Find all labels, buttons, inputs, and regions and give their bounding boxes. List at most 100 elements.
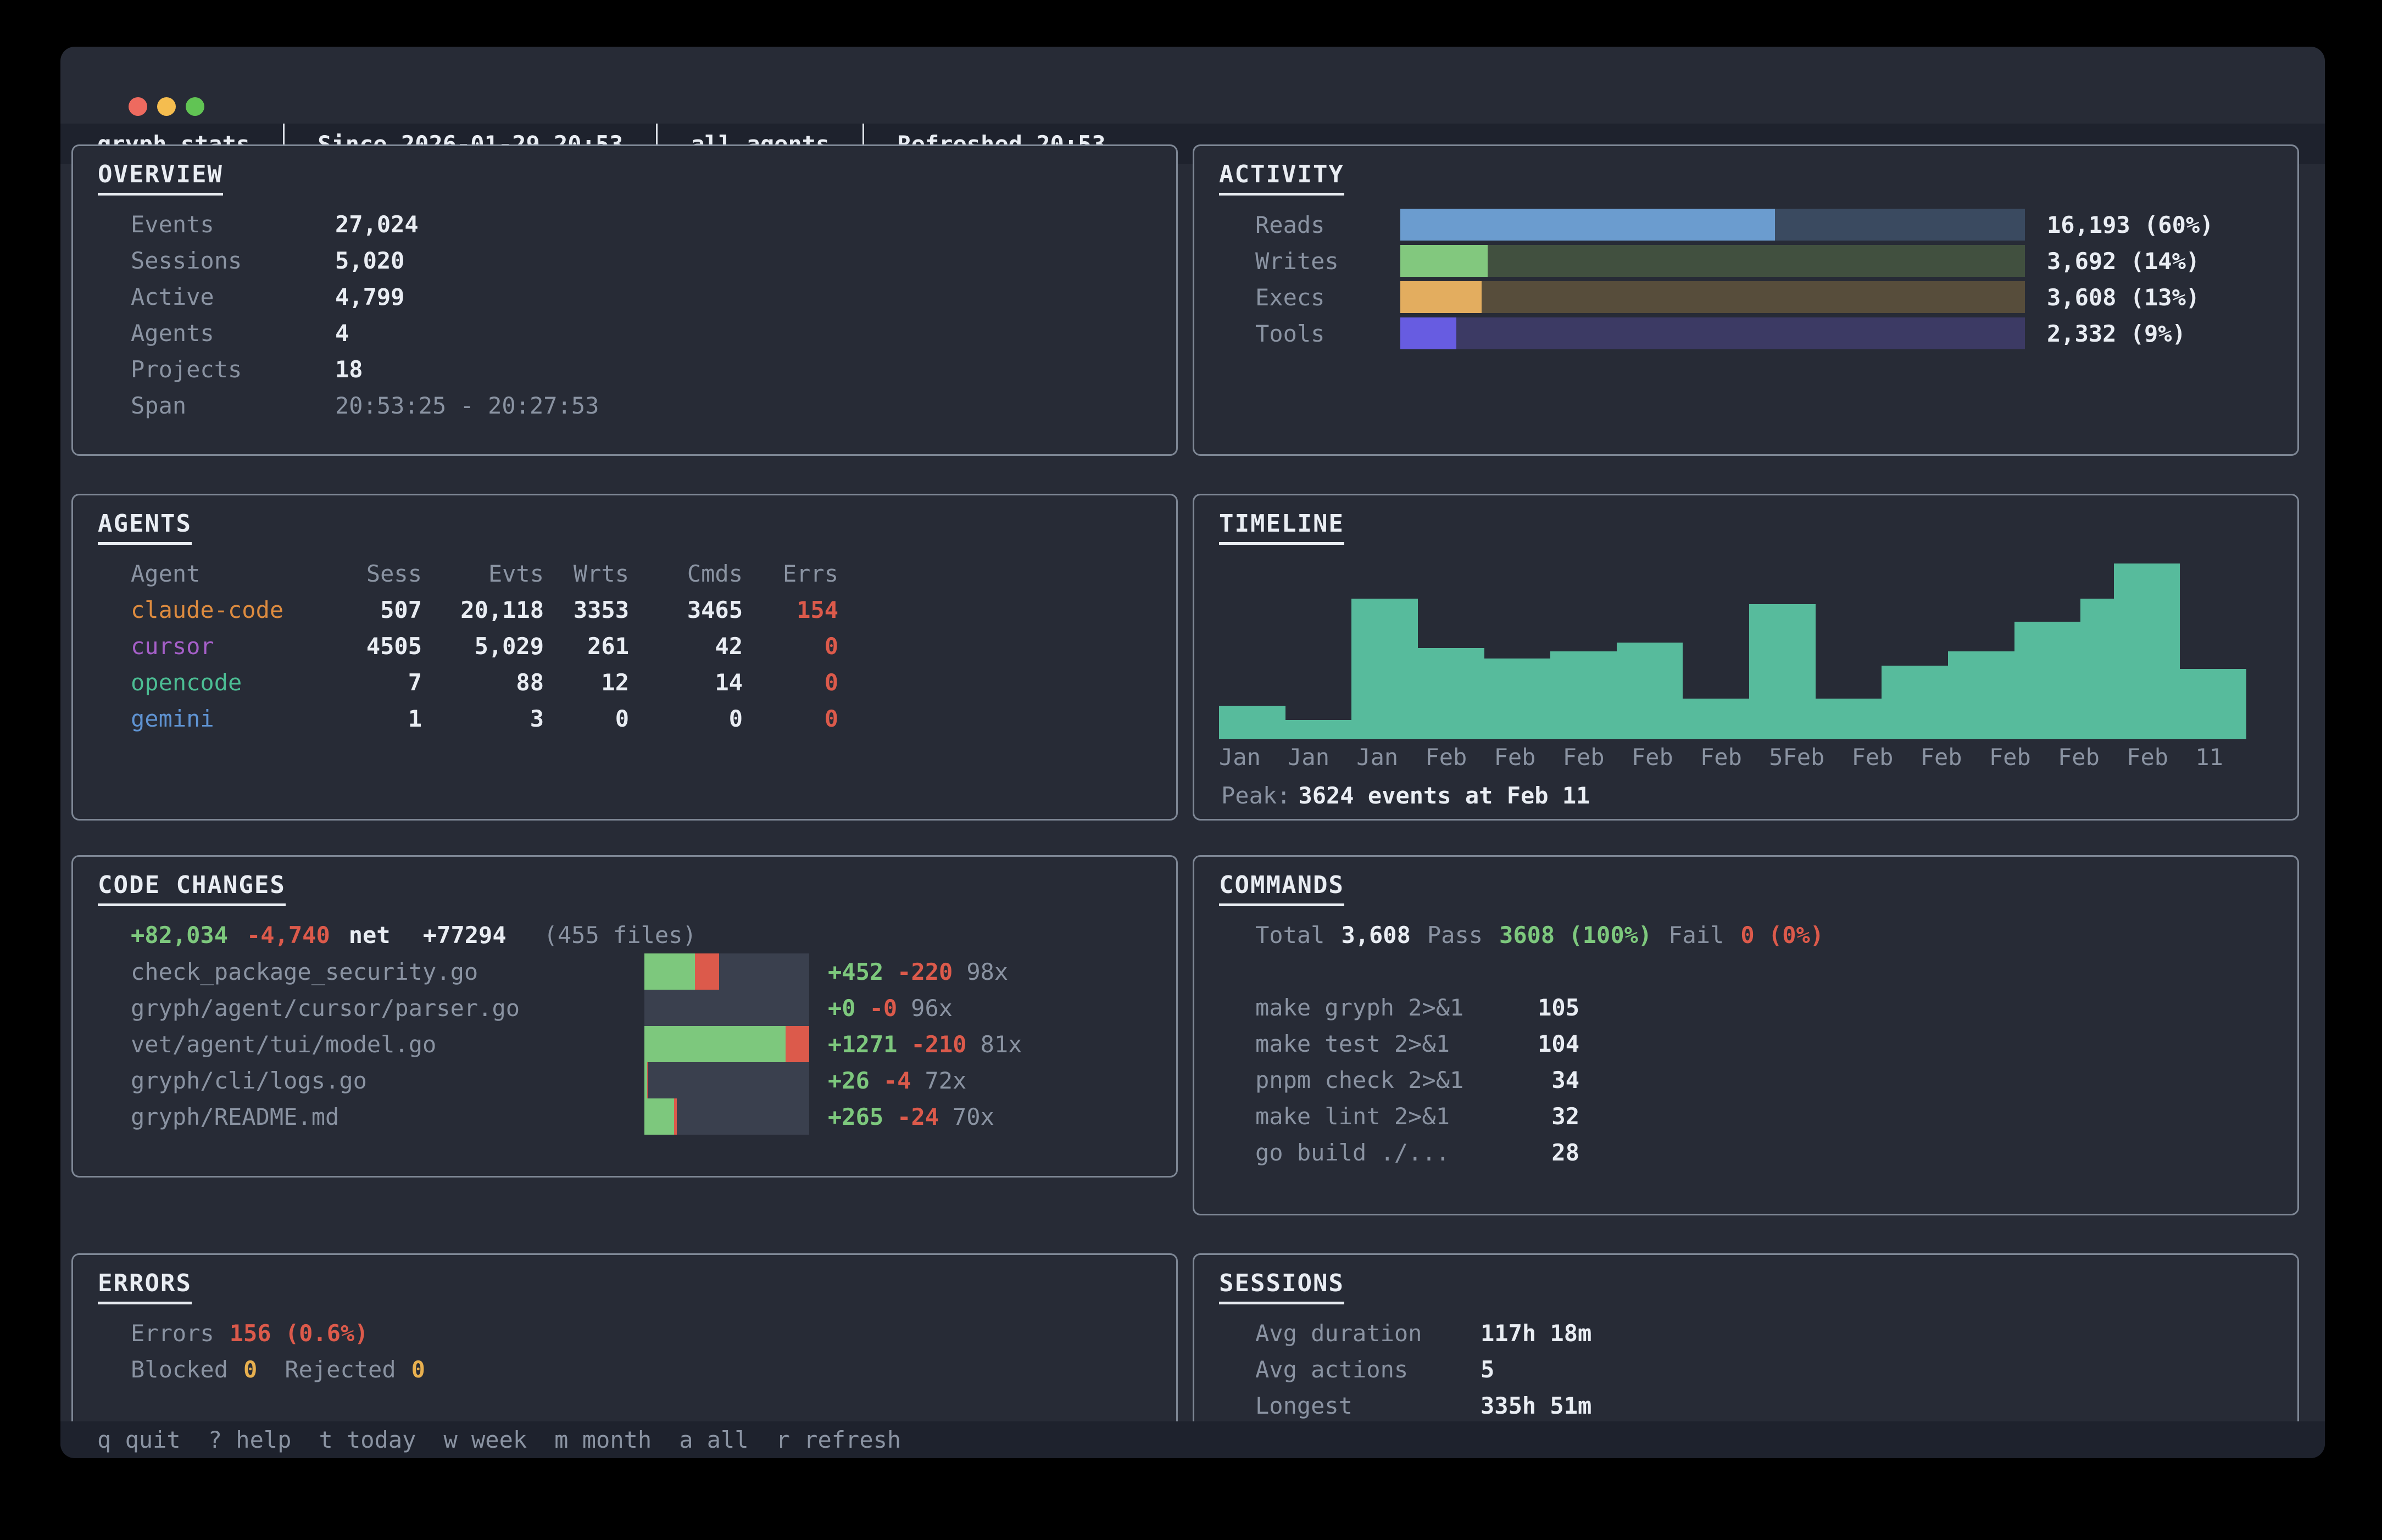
agents-table: AgentSessEvtsWrtsCmdsErrsclaude-code5072…: [98, 556, 1151, 737]
agent-stat: 0: [544, 701, 629, 737]
file-change-count: 96x: [911, 995, 953, 1022]
rejected-value: 0: [411, 1352, 425, 1388]
activity-label: Tools: [1255, 320, 1400, 347]
activity-row: Writes3,692 (14%): [1219, 243, 2273, 279]
peak-value: 3624 events at Feb 11: [1298, 782, 1590, 809]
session-stat-label: Avg duration: [1255, 1315, 1481, 1352]
file-deletions: -220: [897, 958, 953, 985]
command-name: make gryph 2>&1: [1255, 990, 1497, 1026]
agent-stat: 7: [361, 665, 422, 701]
activity-label: Reads: [1255, 211, 1400, 238]
shortcut-month[interactable]: m month: [554, 1426, 652, 1453]
panel-title: AGENTS: [98, 510, 192, 545]
overview-row: Events27,024: [98, 207, 1151, 243]
file-additions: +1271: [828, 1031, 897, 1058]
command-name: make test 2>&1: [1255, 1026, 1497, 1062]
diff-deletions-bar: [695, 953, 720, 990]
activity-bar-track: [1400, 209, 2025, 241]
session-stat-label: Avg actions: [1255, 1352, 1481, 1388]
overview-rows: Events27,024Sessions5,020Active4,799Agen…: [98, 207, 1151, 424]
rejected-label: Rejected: [285, 1352, 396, 1388]
file-diff-stats: +1271-21081x: [828, 1031, 1036, 1058]
panel-title: OVERVIEW: [98, 160, 223, 196]
panel-title: COMMANDS: [1219, 871, 1344, 906]
terminal-window: gryph stats Since 2026-01-29 20:53 all a…: [60, 47, 2325, 1458]
diff-bar-track: [644, 990, 809, 1026]
session-stat-value: 335h 51m: [1481, 1388, 1591, 1424]
window-controls: [129, 97, 204, 116]
timeline-peak: Peak:3624 events at Feb 11: [1219, 778, 2273, 814]
changed-file-row: gryph/README.md+265-2470x: [98, 1098, 1151, 1135]
commands-list: make gryph 2>&1105make test 2>&1104pnpm …: [1219, 990, 2273, 1171]
agent-name: gemini: [131, 701, 361, 737]
diff-bar-track: [644, 1026, 809, 1062]
shortcut-week[interactable]: w week: [443, 1426, 527, 1453]
shortcut-help[interactable]: ? help: [208, 1426, 292, 1453]
file-additions: +265: [828, 1103, 883, 1130]
overview-panel: OVERVIEW Events27,024Sessions5,020Active…: [71, 144, 1178, 456]
agent-stat: 14: [629, 665, 743, 701]
agents-panel: AGENTS AgentSessEvtsWrtsCmdsErrsclaude-c…: [71, 494, 1178, 821]
diff-bar-track: [644, 953, 809, 990]
command-row: make test 2>&1104: [1219, 1026, 2273, 1062]
agent-stat: 88: [422, 665, 544, 701]
errors-row: Errors 156 (0.6%): [98, 1315, 1151, 1352]
timeline-bar: [1882, 666, 1948, 739]
stat-value: 18: [335, 351, 363, 388]
column-header: Cmds: [629, 556, 743, 592]
activity-value: 3,692 (14%): [2047, 248, 2200, 275]
panel-title: SESSIONS: [1219, 1269, 1344, 1304]
zoom-button[interactable]: [186, 97, 204, 116]
changed-file-row: gryph/cli/logs.go+26-472x: [98, 1062, 1151, 1098]
code-changes-summary: +82,034 -4,740 net +77294 (455 files): [98, 917, 1151, 953]
timeline-bar: [1285, 720, 1352, 739]
activity-rows: Reads16,193 (60%)Writes3,692 (14%)Execs3…: [1219, 207, 2273, 351]
command-row: pnpm check 2>&134: [1219, 1062, 2273, 1098]
agent-errors: 154: [743, 592, 838, 628]
file-deletions: -210: [911, 1031, 966, 1058]
changed-files-list: check_package_security.go+452-22098xgryp…: [98, 953, 1151, 1135]
activity-bar-fill: [1400, 281, 1482, 313]
timeline-bar: [2014, 622, 2081, 739]
stat-label: Span: [131, 388, 335, 424]
session-stat-value: 117h 18m: [1481, 1315, 1591, 1352]
activity-bar-track: [1400, 281, 2025, 313]
timeline-bar: [2080, 599, 2113, 739]
timeline-bar: [1219, 706, 1285, 739]
file-additions: +452: [828, 958, 883, 985]
shortcut-today[interactable]: t today: [319, 1426, 416, 1453]
file-additions: +26: [828, 1067, 870, 1094]
shortcut-quit[interactable]: q quit: [97, 1426, 181, 1453]
blocked-value: 0: [243, 1352, 257, 1388]
command-name: pnpm check 2>&1: [1255, 1062, 1497, 1098]
command-count: 34: [1497, 1062, 1579, 1098]
stat-value: 5,020: [335, 243, 404, 279]
timeline-bar: [2114, 563, 2180, 739]
changed-file-row: vet/agent/tui/model.go+1271-21081x: [98, 1026, 1151, 1062]
agent-stat: 261: [544, 628, 629, 665]
file-change-count: 98x: [966, 958, 1008, 985]
shortcut-all[interactable]: a all: [679, 1426, 748, 1453]
activity-bar-track: [1400, 245, 2025, 277]
column-header: Wrts: [544, 556, 629, 592]
command-row: make gryph 2>&1105: [1219, 990, 2273, 1026]
pass-label: Pass: [1427, 917, 1483, 953]
timeline-bar: [1617, 643, 1683, 739]
shortcut-refresh[interactable]: r refresh: [776, 1426, 901, 1453]
commands-summary: Total 3,608 Pass 3608 (100%) Fail 0 (0%): [1219, 917, 2273, 953]
agent-stat: 12: [544, 665, 629, 701]
diff-bar-track: [644, 1062, 809, 1098]
agent-stat: 1: [361, 701, 422, 737]
changed-file-row: gryph/agent/cursor/parser.go+0-096x: [98, 990, 1151, 1026]
diff-deletions-bar: [786, 1026, 809, 1062]
timeline-bar: [1948, 651, 2014, 739]
minimize-button[interactable]: [157, 97, 176, 116]
timeline-panel: TIMELINE Jan Jan Jan Feb Feb Feb Feb Feb…: [1193, 494, 2299, 821]
close-button[interactable]: [129, 97, 147, 116]
file-count: (455 files): [544, 917, 697, 953]
agent-stat: 3: [422, 701, 544, 737]
code-changes-panel: CODE CHANGES +82,034 -4,740 net +77294 (…: [71, 855, 1178, 1178]
net-total: net +77294: [349, 917, 525, 953]
stat-value: 4,799: [335, 279, 404, 315]
overview-row: Span20:53:25 - 20:27:53: [98, 388, 1151, 424]
